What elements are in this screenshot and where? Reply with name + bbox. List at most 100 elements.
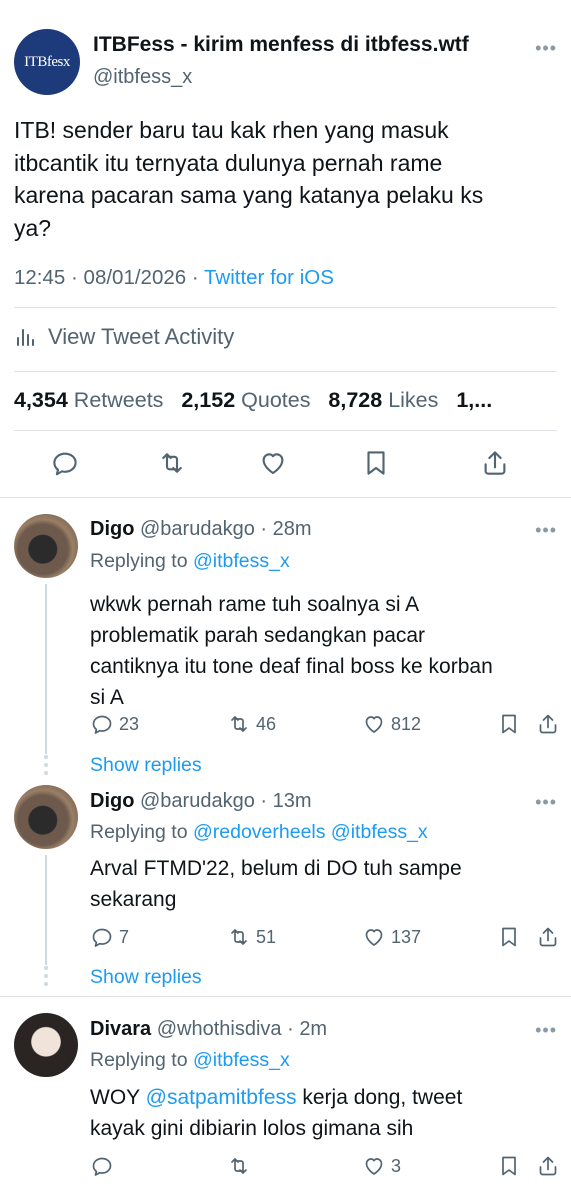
avatar[interactable]: ITBfesx <box>14 29 80 95</box>
reply-text-line: wkwk pernah rame tuh soalnya si A <box>90 593 420 616</box>
like-button[interactable]: 137 <box>362 925 421 949</box>
retweet-count: 51 <box>256 926 277 947</box>
reply-button[interactable]: 7 <box>90 925 129 949</box>
author-name[interactable]: ITBFess - kirim menfess di itbfess.wtf <box>93 33 469 57</box>
share-button[interactable] <box>536 925 565 949</box>
like-button[interactable]: 812 <box>362 712 421 736</box>
reply-tweet[interactable]: Digo @barudakgo · 28m ••• Replying to @i… <box>0 498 571 781</box>
likes-label: Likes <box>388 388 439 412</box>
share-icon[interactable] <box>480 448 510 478</box>
share-icon <box>536 1154 560 1178</box>
view-activity-button[interactable]: View Tweet Activity <box>14 324 234 350</box>
bookmark-icon[interactable] <box>361 448 391 478</box>
meta-separator: · <box>260 790 273 812</box>
retweets-stat[interactable]: 4,354 Retweets <box>14 388 163 412</box>
comment-icon[interactable] <box>50 448 80 478</box>
reply-author-handle[interactable]: @barudakgo <box>140 790 255 812</box>
more-options-button[interactable]: ••• <box>535 1020 557 1041</box>
reply-text-line: si A <box>90 686 124 709</box>
replying-to-link[interactable]: @redoverheels @itbfess_x <box>193 821 428 843</box>
reply-time: 28m <box>272 518 312 540</box>
more-options-button[interactable]: ••• <box>535 520 557 541</box>
reply-time: 2m <box>299 1018 328 1040</box>
quotes-stat[interactable]: 2,152 Quotes <box>181 388 310 412</box>
heart-icon <box>362 712 386 736</box>
reply-tweet[interactable]: Divara @whothisdiva · 2m ••• Replying to… <box>0 997 571 1200</box>
avatar[interactable] <box>14 514 78 578</box>
tweet-text-line: karena pacaran sama yang katanya pelaku … <box>14 182 484 208</box>
bookmark-button[interactable] <box>497 925 526 949</box>
share-button[interactable] <box>536 1154 565 1178</box>
like-button[interactable]: 3 <box>362 1154 401 1178</box>
reply-count: 7 <box>119 926 130 947</box>
replying-to: Replying to @itbfess_x <box>90 550 290 573</box>
reply-author-handle[interactable]: @barudakgo <box>140 518 255 540</box>
replying-to-label: Replying to <box>90 821 188 843</box>
bookmark-icon <box>497 1154 521 1178</box>
likes-count: 8,728 <box>328 388 383 412</box>
quotes-count: 2,152 <box>181 388 236 412</box>
more-options-button[interactable]: ••• <box>535 38 557 59</box>
avatar[interactable] <box>14 785 78 849</box>
reply-time: 13m <box>272 790 312 812</box>
reply-text-line: sekarang <box>90 888 177 911</box>
meta-separator: · <box>287 1018 300 1040</box>
show-replies-link[interactable]: Show replies <box>90 966 202 989</box>
reply-text-line: WOY @satpamitbfess kerja dong, tweet <box>90 1082 550 1113</box>
bookmark-icon <box>497 925 521 949</box>
retweet-button[interactable] <box>227 1154 256 1178</box>
mention-link[interactable]: @satpamitbfess <box>146 1086 297 1109</box>
replying-to: Replying to @itbfess_x <box>90 1049 290 1072</box>
reply-text-segment: WOY <box>90 1086 146 1109</box>
reply-author-name[interactable]: Digo <box>90 518 134 540</box>
share-button[interactable] <box>536 712 565 736</box>
reply-tweet[interactable]: Digo @barudakgo · 13m ••• Replying to @r… <box>0 781 571 996</box>
like-count: 812 <box>391 713 422 734</box>
quotes-label: Quotes <box>241 388 311 412</box>
tweet-source-link[interactable]: Twitter for iOS <box>204 266 334 289</box>
bookmark-button[interactable] <box>497 712 526 736</box>
reply-text-line: Arval FTMD'22, belum di DO tuh sampe <box>90 857 462 880</box>
bar-chart-icon <box>17 329 34 346</box>
author-handle[interactable]: @itbfess_x <box>93 66 192 89</box>
replying-to-link[interactable]: @itbfess_x <box>193 550 290 572</box>
reply-button[interactable] <box>90 1154 119 1178</box>
reply-actions: 3 <box>0 1154 571 1180</box>
avatar-logo-text: ITBfesx <box>24 53 70 70</box>
retweet-icon[interactable] <box>157 448 187 478</box>
divider <box>14 371 557 372</box>
share-icon <box>536 712 560 736</box>
tweet-time: 12:45 <box>14 266 66 289</box>
show-replies-link[interactable]: Show replies <box>90 754 202 777</box>
replying-to-link[interactable]: @itbfess_x <box>193 1049 290 1071</box>
reply-actions: 7 51 137 <box>0 925 571 951</box>
tweet-text-line: ITB! sender baru tau kak rhen yang masuk <box>14 117 449 143</box>
bookmarks-count[interactable]: 1,... <box>456 388 492 412</box>
likes-stat[interactable]: 8,728 Likes <box>328 388 438 412</box>
meta-separator: · <box>71 266 84 289</box>
reply-actions: 23 46 812 <box>0 712 571 738</box>
avatar[interactable] <box>14 1013 78 1077</box>
bookmark-button[interactable] <box>497 1154 526 1178</box>
reply-text: wkwk pernah rame tuh soalnya si A proble… <box>90 589 550 713</box>
replying-to-label: Replying to <box>90 550 188 572</box>
retweet-button[interactable]: 51 <box>227 925 276 949</box>
tweet-actions <box>0 448 571 480</box>
engagement-stats: 4,354 Retweets 2,152 Quotes 8,728 Likes … <box>14 388 492 413</box>
reply-author-name[interactable]: Divara <box>90 1018 151 1040</box>
retweets-label: Retweets <box>73 388 164 412</box>
thread-dots <box>43 755 49 779</box>
reply-author-handle[interactable]: @whothisdiva <box>157 1018 282 1040</box>
view-activity-label: View Tweet Activity <box>48 324 235 349</box>
share-icon <box>536 925 560 949</box>
more-options-button[interactable]: ••• <box>535 792 557 813</box>
retweet-button[interactable]: 46 <box>227 712 276 736</box>
comment-icon <box>90 925 114 949</box>
tweet-meta: 12:45 · 08/01/2026 · Twitter for iOS <box>14 266 334 290</box>
heart-icon[interactable] <box>258 448 288 478</box>
tweet-date: 08/01/2026 <box>83 266 187 289</box>
reply-button[interactable]: 23 <box>90 712 139 736</box>
like-count: 3 <box>391 1155 402 1176</box>
like-count: 137 <box>391 926 422 947</box>
reply-author-name[interactable]: Digo <box>90 790 134 812</box>
